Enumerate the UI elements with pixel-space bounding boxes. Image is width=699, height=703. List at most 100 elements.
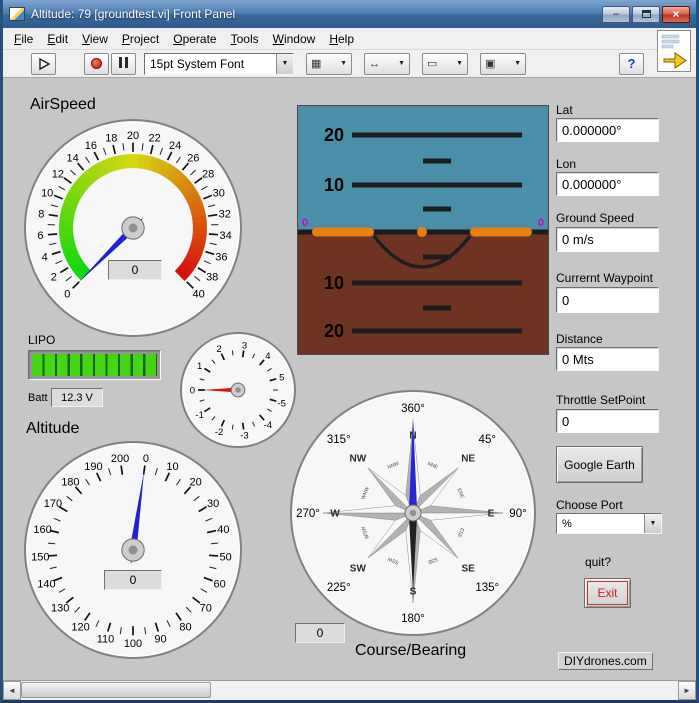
svg-text:150: 150 [31,551,49,563]
altitude-display[interactable]: 0 [104,570,162,590]
horizontal-scrollbar[interactable]: ◄ ► [3,680,696,700]
google-earth-button[interactable]: Google Earth [556,446,643,483]
course-bearing-label: Course/Bearing [355,642,467,659]
ground-speed-field[interactable]: 0 m/s [556,227,659,252]
lon-field[interactable]: 0.000000° [556,172,659,196]
svg-text:190: 190 [84,461,102,473]
course-display[interactable]: 0 [295,623,345,643]
svg-text:10: 10 [41,187,53,199]
svg-text:180°: 180° [401,613,425,625]
svg-text:W: W [330,509,340,520]
chevron-down-icon[interactable]: ▼ [276,53,293,74]
help-icon: ? [627,56,636,71]
menu-view[interactable]: View [75,29,115,49]
scrollbar-thumb[interactable] [21,682,211,698]
window-title: Altitude: 79 [groundtest.vi] Front Panel [31,7,236,21]
airspeed-label: AirSpeed [30,96,96,113]
chevron-down-icon: ▼ [398,60,405,67]
title-bar[interactable]: Altitude: 79 [groundtest.vi] Front Panel… [3,0,696,28]
reorder-button[interactable]: ▣ ▼ [480,52,526,75]
labview-window: Altitude: 79 [groundtest.vi] Front Panel… [0,0,699,703]
throttle-setpoint-label: Throttle SetPoint [556,393,646,407]
scroll-left-button[interactable]: ◄ [3,681,21,700]
svg-text:0: 0 [64,289,70,301]
labview-logo-icon[interactable] [657,30,691,72]
quit-label: quit? [585,555,612,569]
lipo-label: LIPO [28,333,56,347]
close-button[interactable]: × [662,5,690,23]
align-objects-icon: ▦ [311,58,322,70]
exit-button[interactable]: Exit [584,578,631,608]
ground-speed-label: Ground Speed [556,211,635,225]
menu-file[interactable]: File [7,29,40,49]
svg-text:0: 0 [538,217,544,229]
svg-text:360°: 360° [401,403,425,415]
pause-button[interactable] [111,52,136,75]
attitude-indicator: 20 10 10 20 0 0 [297,105,549,355]
svg-text:32: 32 [219,208,231,220]
svg-text:-1: -1 [195,410,203,421]
svg-text:8: 8 [38,208,44,220]
svg-text:28: 28 [202,168,214,180]
svg-text:36: 36 [215,252,227,264]
lat-field[interactable]: 0.000000° [556,118,659,142]
run-button[interactable] [31,52,56,75]
lon-label: Lon [556,157,577,171]
maximize-button[interactable] [632,5,660,23]
svg-text:10: 10 [324,273,344,293]
choose-port-dropdown[interactable]: % ▼ [556,513,662,534]
svg-text:6: 6 [37,230,43,242]
svg-text:4: 4 [42,252,48,264]
menu-tools[interactable]: Tools [224,29,266,49]
current-waypoint-label: Currernt Waypoint [556,271,653,285]
run-arrow-icon [38,57,50,70]
svg-text:34: 34 [219,230,231,242]
distribute-objects-button[interactable]: ↔ ▼ [364,52,410,75]
svg-text:200: 200 [111,453,129,465]
battery-segments [32,354,157,376]
svg-text:30: 30 [213,187,225,199]
resize-objects-button[interactable]: ▭ ▼ [422,52,468,75]
batt-voltage-display[interactable]: 12.3 V [51,388,103,407]
lipo-battery-indicator [28,350,161,380]
menu-edit[interactable]: Edit [40,29,75,49]
distance-field[interactable]: 0 Mts [556,347,659,371]
current-waypoint-field[interactable]: 0 [556,287,659,313]
align-objects-button[interactable]: ▦ ▼ [306,52,352,75]
help-button[interactable]: ? [619,52,644,75]
menu-operate[interactable]: Operate [166,29,223,49]
menu-help[interactable]: Help [322,29,361,49]
reorder-icon: ▣ [485,58,496,70]
chevron-down-icon[interactable]: ▼ [644,514,661,533]
svg-text:12: 12 [52,168,64,180]
menu-project[interactable]: Project [115,29,166,49]
right-arrow-icon: ► [683,686,691,695]
scroll-right-button[interactable]: ► [678,681,696,700]
svg-text:270°: 270° [296,508,320,520]
font-selector[interactable]: 15pt System Font ▼ [144,52,294,75]
chevron-down-icon: ▼ [514,60,521,67]
choose-port-value: % [562,517,572,530]
svg-text:20: 20 [324,321,344,341]
attitude-indicator-graphic: 20 10 10 20 0 0 [298,106,548,354]
svg-text:SW: SW [350,564,367,575]
svg-text:2: 2 [51,271,57,283]
diydrones-branding: DIYdrones.com [558,652,653,670]
menu-window[interactable]: Window [266,29,323,49]
resize-objects-icon: ▭ [427,58,438,70]
throttle-setpoint-field[interactable]: 0 [556,409,659,433]
svg-text:38: 38 [206,271,218,283]
airspeed-display[interactable]: 0 [108,260,162,280]
svg-text:22: 22 [149,133,161,145]
abort-button[interactable] [84,52,109,75]
scrollbar-track[interactable] [21,681,678,700]
svg-text:40: 40 [193,289,205,301]
svg-text:2: 2 [216,344,221,355]
minimize-button[interactable]: – [602,5,630,23]
toolbar: 15pt System Font ▼ ▦ ▼ ↔ ▼ ▭ ▼ ▣ ▼ ? [3,50,696,78]
svg-text:120: 120 [71,622,89,634]
compass-gauge: NNEENEESESSESSWWSWWNWNNWNNEESESSWWNW360°… [290,390,536,636]
svg-text:20: 20 [190,476,202,488]
svg-text:170: 170 [44,498,62,510]
svg-text:135°: 135° [475,582,499,594]
